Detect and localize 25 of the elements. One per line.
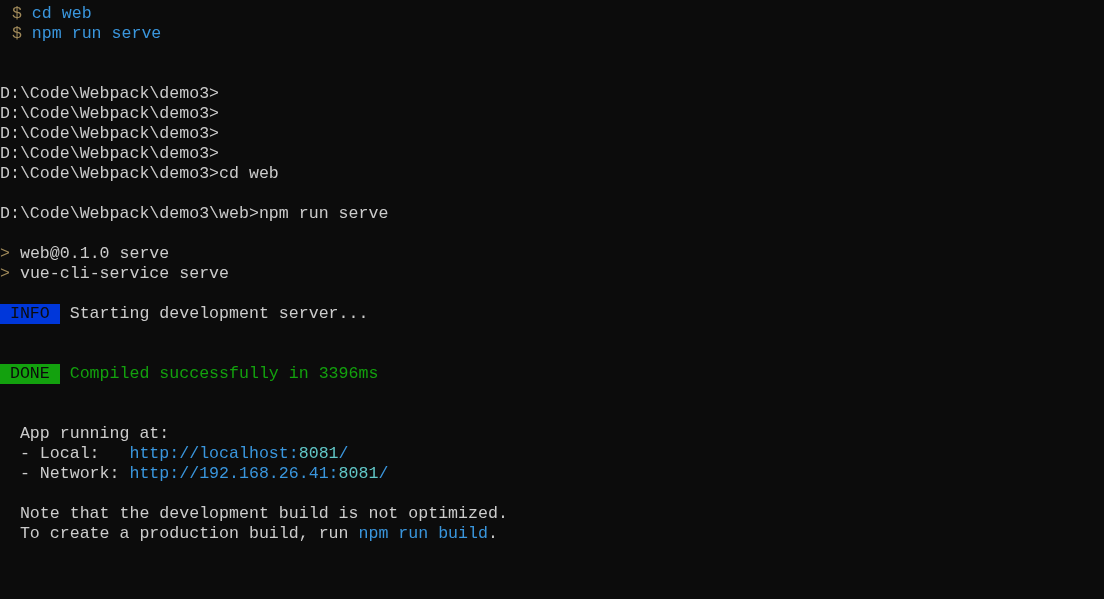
prompt-symbol: > [0, 264, 10, 284]
terminal-text: vue-cli-service serve [19, 264, 230, 284]
prompt-symbol: $ [11, 4, 22, 24]
terminal-text: To create a production build, run npm run build. [19, 524, 498, 544]
terminal-text: App running at: [19, 424, 170, 444]
terminal-text: D:\Code\Webpack\demo3> [0, 104, 220, 124]
prompt-symbol: > [0, 244, 10, 264]
terminal-text: Starting development server... [69, 304, 369, 324]
prompt-symbol: $ [11, 24, 22, 44]
status-message: Compiled successfully in 3396ms [69, 364, 379, 384]
url-label: - Network: [19, 464, 121, 484]
url-label: - Local: [19, 444, 101, 464]
command-text: cd web [31, 4, 92, 24]
terminal-text: D:\Code\Webpack\demo3> [0, 84, 220, 104]
status-badge: DONE [0, 364, 60, 384]
terminal-text: D:\Code\Webpack\demo3> [0, 124, 220, 144]
terminal-text: web@0.1.0 serve [19, 244, 170, 264]
url-text: http://localhost:8081/ [129, 444, 349, 464]
url-text: http://192.168.26.41:8081/ [129, 464, 389, 484]
terminal-text: D:\Code\Webpack\demo3\web>npm run serve [0, 204, 389, 224]
command-text: npm run serve [31, 24, 162, 44]
terminal-text: D:\Code\Webpack\demo3>cd web [0, 164, 279, 184]
terminal-text: Note that the development build is not optimized. [19, 504, 508, 524]
terminal-text: D:\Code\Webpack\demo3> [0, 144, 220, 164]
status-badge: INFO [0, 304, 60, 324]
